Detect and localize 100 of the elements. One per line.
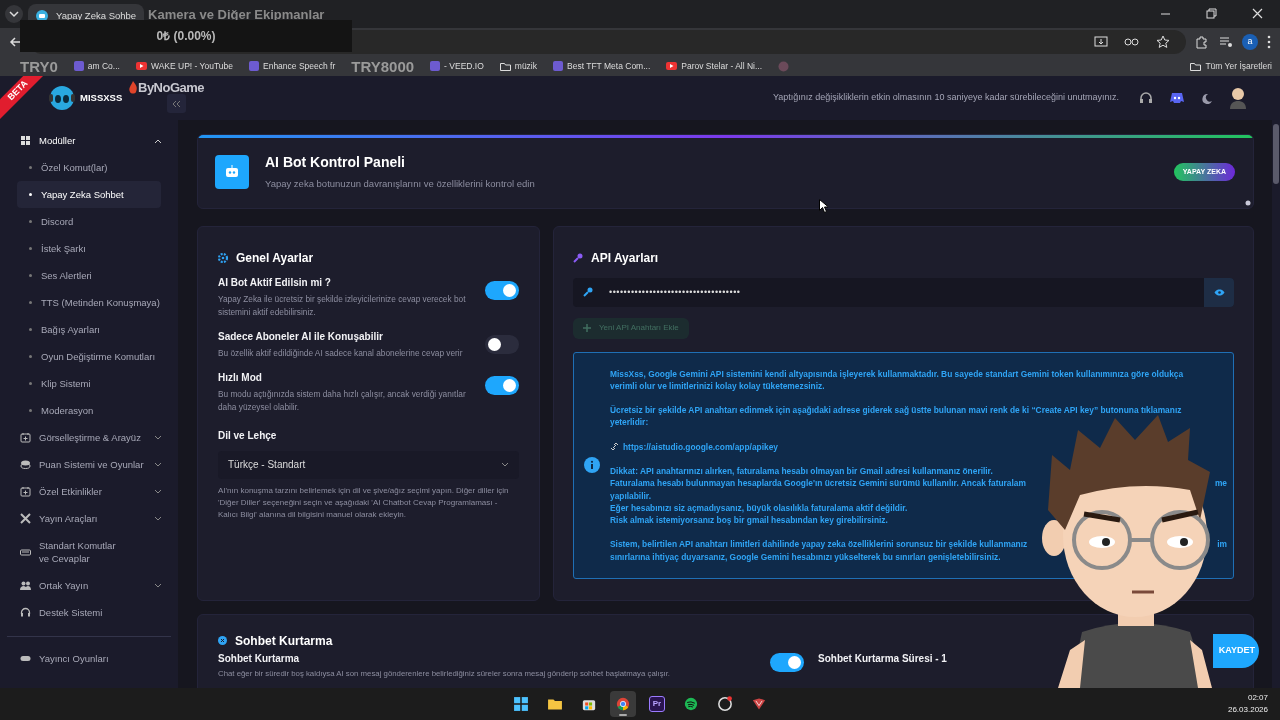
app-icon: Pr bbox=[649, 696, 665, 712]
page-title: AI Bot Kontrol Paneli bbox=[265, 153, 406, 173]
chevron-down-icon bbox=[501, 461, 509, 468]
sidebar-subitem[interactable]: Moderasyon bbox=[17, 397, 161, 425]
bookmark-link[interactable]: müzik bbox=[514, 59, 537, 73]
setting-description: Bu modu açtığınızda sistem daha hızlı çalışır, ancak verdiği yanıtlar daha yüzeysel olabilir. bbox=[218, 387, 467, 414]
bookmark-link[interactable]: WAKE UP! - YouTube bbox=[150, 59, 233, 73]
toggle-switch[interactable] bbox=[770, 652, 804, 672]
info-text: Sistem, belirtilen API anahtarı limitleri dahilinde yapay zeka özelliklerini sorunsuz bir şekilde kullanmanız bbox=[610, 538, 1028, 551]
close-circle-icon bbox=[218, 636, 227, 646]
info-text: MissXss, Google Gemini API sistemini kendi altyapısında işleyerek kullanmaktadır. Bu sayede standart Gemini token kullanımınıza göre oldukça bbox=[610, 367, 1184, 380]
more-menu-icon[interactable] bbox=[1266, 34, 1272, 50]
setting-label: Sohbet Kurtarma bbox=[218, 652, 301, 665]
sidebar-item[interactable]: Yayıncı Oyunları bbox=[0, 645, 178, 673]
restore-icon[interactable] bbox=[1203, 6, 1219, 22]
chevron-up-icon bbox=[154, 137, 162, 144]
chevron-down-icon bbox=[154, 582, 162, 589]
sidebar-item[interactable]: Destek Sistemi bbox=[0, 599, 178, 627]
toggle-switch[interactable] bbox=[485, 280, 519, 300]
info-text: verimli olur ve limitlerinizi kolay kolay tüketemezsiniz. bbox=[610, 379, 825, 392]
dot-icon bbox=[1245, 200, 1251, 206]
bookmark-link[interactable]: Enhance Speech fr bbox=[263, 59, 336, 73]
scrollbar-thumb[interactable] bbox=[1273, 124, 1279, 185]
info-text: Dikkat: API anahtarınızı alırken, faturalama hesabı olmayan bir Gmail adresi kullanmanız önerilir. bbox=[610, 465, 993, 478]
collapse-sidebar-button[interactable] bbox=[167, 94, 186, 113]
sidebar-item[interactable]: Standart Komutlar ve Cevaplar bbox=[0, 532, 178, 573]
moon-icon[interactable] bbox=[1201, 92, 1212, 104]
chat-bubble-icon[interactable] bbox=[1169, 92, 1185, 105]
taskbar-app[interactable] bbox=[610, 691, 636, 717]
mascot-logo-icon bbox=[48, 84, 76, 113]
puzzle-icon[interactable] bbox=[1194, 34, 1210, 50]
sidebar-subitem[interactable]: TTS (Metinden Konuşmaya) bbox=[17, 289, 161, 317]
play-icon bbox=[135, 62, 147, 70]
info-text-fragment: im bbox=[1217, 538, 1227, 551]
eye-icon bbox=[1213, 288, 1225, 296]
clock-time: 02:07 bbox=[1246, 692, 1268, 704]
profile-button[interactable]: a bbox=[1242, 34, 1258, 50]
chevron-down-icon bbox=[154, 434, 162, 441]
install-icon[interactable] bbox=[1094, 35, 1108, 49]
sidebar-subitem[interactable]: Klip Sistemi bbox=[17, 370, 161, 398]
sidebar-subitem[interactable]: Bağış Ayarları bbox=[17, 316, 161, 344]
setting-label: Sohbet Kurtarma Süresi - 1 bbox=[818, 652, 947, 665]
sidebar-subitem[interactable]: Özel Komut(lar) bbox=[17, 154, 161, 182]
headset-icon bbox=[20, 607, 31, 619]
headset-icon[interactable] bbox=[1139, 91, 1153, 106]
site-icon bbox=[430, 61, 441, 71]
site-icon bbox=[249, 61, 259, 71]
media-icon[interactable] bbox=[1218, 34, 1234, 50]
star-icon[interactable] bbox=[1156, 35, 1170, 49]
calendar-icon bbox=[20, 486, 31, 498]
chevron-down-icon bbox=[154, 461, 162, 468]
sidebar-item[interactable]: Görselleştirme & Arayüz bbox=[0, 424, 178, 452]
folder-icon bbox=[499, 61, 511, 71]
gear-icon bbox=[218, 252, 228, 263]
bookmark-link[interactable]: Parov Stelar - All Ni... bbox=[681, 59, 763, 73]
taskbar-app[interactable]: Pr bbox=[644, 691, 670, 717]
show-key-button[interactable] bbox=[1204, 277, 1234, 307]
chevron-down-icon bbox=[154, 515, 162, 522]
sidebar-item[interactable]: Yayın Araçları bbox=[0, 505, 178, 533]
play-icon bbox=[666, 62, 678, 70]
keyboard-icon bbox=[20, 546, 31, 558]
setting-description: Yapay Zeka ile ücretsiz bir şekilde izleyicilerinize cevap verecek bot sistemini aktif edebilirsiniz. bbox=[218, 292, 467, 319]
bookmark-link[interactable]: Best TFT Meta Com... bbox=[567, 59, 651, 73]
sidebar-item[interactable]: Özel Etkinlikler bbox=[0, 478, 178, 506]
sidebar-subitem[interactable]: Ses Alertleri bbox=[17, 262, 161, 290]
info-text: yeterlidir: bbox=[610, 416, 649, 429]
sidebar-subitem[interactable]: İstek Şarkı bbox=[17, 235, 161, 263]
sidebar-item[interactable]: Ortak Yayın bbox=[0, 572, 178, 600]
info-text-fragment: me bbox=[1214, 477, 1227, 490]
plus-icon bbox=[583, 324, 591, 333]
card-title: Genel Ayarlar bbox=[236, 249, 314, 267]
toggle-switch[interactable] bbox=[485, 375, 519, 395]
site-icon bbox=[553, 61, 563, 71]
sidebar-item[interactable]: Modüller bbox=[0, 127, 178, 155]
sidebar-subitem[interactable]: Yapay Zeka Sohbet bbox=[17, 181, 161, 209]
api-key-link[interactable]: https://aistudio.google.com/app/apikey bbox=[623, 440, 778, 453]
sidebar-item[interactable]: Puan Sistemi ve Oyunlar bbox=[0, 451, 178, 479]
clock-date: 26.03.2026 bbox=[1227, 704, 1268, 716]
language-select[interactable]: Türkçe - Standart bbox=[218, 450, 519, 479]
setting-label: Sadece Aboneler AI ile Konuşabilir bbox=[218, 329, 384, 344]
bookmark-link[interactable]: - VEED.IO bbox=[444, 59, 484, 73]
avatar-icon[interactable] bbox=[1228, 87, 1248, 110]
sidebar-subitem[interactable]: Oyun Değiştirme Komutları bbox=[17, 343, 161, 371]
setting-label: Hızlı Mod bbox=[218, 370, 263, 385]
calendar-icon bbox=[20, 432, 31, 444]
chevron-down-icon[interactable] bbox=[4, 4, 24, 24]
goal-end-label: TRY8000 bbox=[351, 58, 415, 74]
toggle-switch[interactable] bbox=[485, 334, 519, 354]
help-text: AI'nın konuşma tarzını belirlemek için dil ve şive/ağız seçimi yapın. Diğer diller için 'Diğer Diller' seçeneğini seçin ve aşağıdaki 'AI Chatbot Cevap Programlaması - Kalıcı Bilgi' alanına dil bilgisini manuel olarak ekleyin. bbox=[218, 484, 510, 521]
back-arrow-icon[interactable] bbox=[8, 35, 22, 49]
all-bookmarks-link[interactable]: Tüm Yer İşaretleri bbox=[1205, 59, 1272, 73]
sidebar-subitem[interactable]: Discord bbox=[17, 208, 161, 236]
info-text: yapılabilir. bbox=[610, 489, 651, 502]
grid-icon bbox=[20, 135, 31, 147]
field-label: Dil ve Lehçe bbox=[218, 428, 278, 443]
record-app-icon bbox=[715, 694, 735, 714]
bookmark-link[interactable]: am Co... bbox=[87, 59, 120, 73]
brand-name: MISSXSS bbox=[80, 91, 123, 106]
info-text: Faturalama hesabı bulunmayan hesaplarda Google'ın ücretsiz Gemini sürümü kullanılır. Ancak faturalam bbox=[610, 477, 1026, 490]
folder-icon bbox=[1190, 61, 1202, 71]
